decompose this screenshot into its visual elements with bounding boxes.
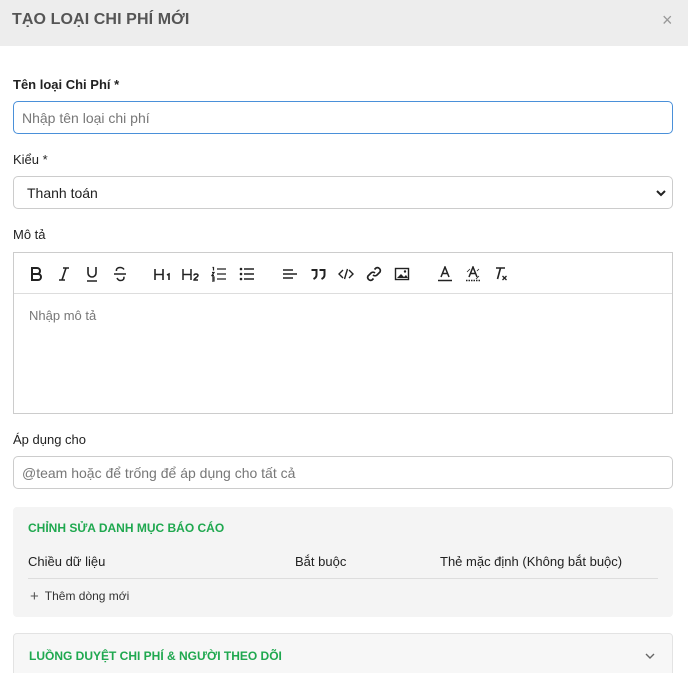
close-icon[interactable]: × [662,11,673,29]
link-icon[interactable] [365,265,383,283]
clear-format-icon[interactable] [492,265,510,283]
apply-to-input[interactable] [13,456,673,489]
column-header-dimension: Chiều dữ liệu [28,554,106,569]
chevron-down-icon [656,190,666,197]
highlight-icon[interactable] [464,265,482,283]
italic-icon[interactable] [55,265,73,283]
underline-icon[interactable] [83,265,101,283]
add-row-label: Thêm dòng mới [44,589,130,603]
heading-1-icon[interactable] [153,265,173,283]
strikethrough-icon[interactable] [111,265,129,283]
description-placeholder: Nhập mô tả [29,308,97,323]
report-category-panel: CHỈNH SỬA DANH MỤC BÁO CÁO Chiều dữ liệu… [13,507,673,617]
bold-icon[interactable] [27,265,45,283]
code-icon[interactable] [337,265,355,283]
column-header-default-tag: Thẻ mặc định (Không bắt buộc) [440,554,623,569]
text-color-icon[interactable] [436,265,454,283]
name-field-label: Tên loại Chi Phí * [13,77,120,92]
column-header-required: Bắt buộc [295,554,347,569]
heading-2-icon[interactable] [181,265,201,283]
align-left-icon[interactable] [281,265,299,283]
divider [28,578,658,579]
bullet-list-icon[interactable] [238,265,256,283]
type-select-value: Thanh toán [27,185,98,201]
plus-icon: + [30,587,39,605]
approval-section-title: LUỒNG DUYỆT CHI PHÍ & NGƯỜI THEO DÕI [29,649,282,663]
type-field-label: Kiểu * [13,152,48,167]
image-icon[interactable] [393,265,411,283]
dialog-title: TẠO LOẠI CHI PHÍ MỚI [12,11,190,28]
dialog-header: TẠO LOẠI CHI PHÍ MỚI × [0,0,688,46]
type-select[interactable]: Thanh toán [13,176,673,209]
ordered-list-icon[interactable] [210,265,228,283]
add-row-button[interactable]: + Thêm dòng mới [28,586,136,606]
quote-icon[interactable] [309,265,327,283]
description-editor[interactable]: Nhập mô tả [13,252,673,414]
approval-flow-panel[interactable]: LUỒNG DUYỆT CHI PHÍ & NGƯỜI THEO DÕI [13,633,673,673]
report-section-title: CHỈNH SỬA DANH MỤC BÁO CÁO [28,521,225,535]
name-input[interactable] [13,101,673,134]
apply-to-label: Áp dụng cho [13,432,87,447]
chevron-down-icon[interactable] [644,651,656,661]
description-label: Mô tả [13,227,46,242]
editor-toolbar [14,253,672,294]
